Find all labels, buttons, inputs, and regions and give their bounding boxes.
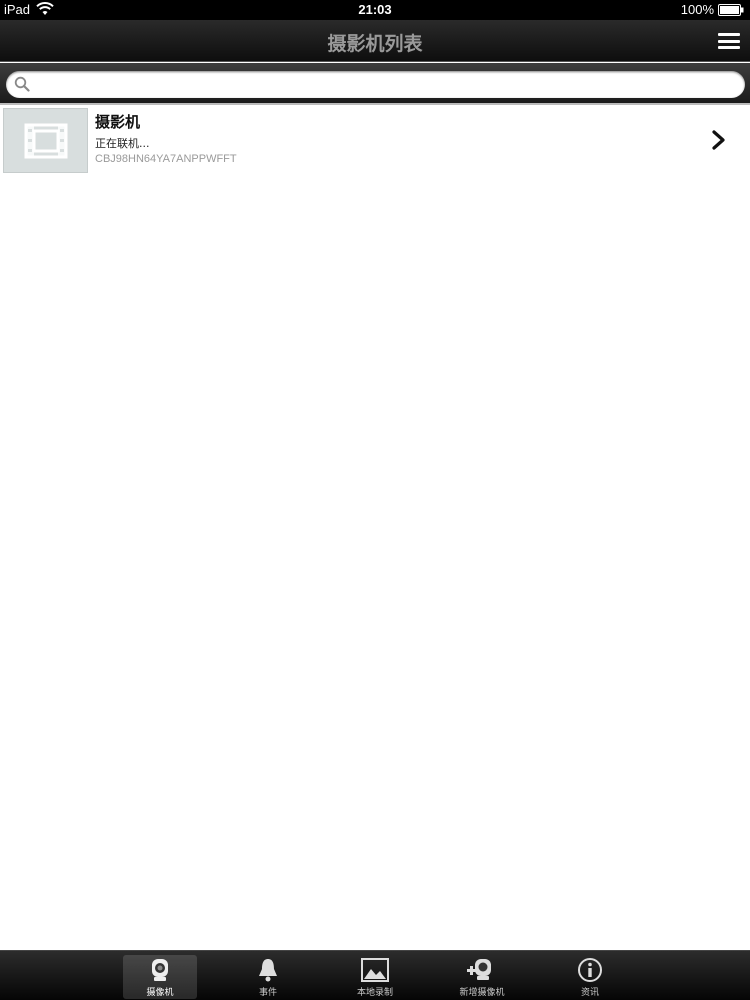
info-icon [578,958,602,982]
camera-icon [152,959,168,981]
menu-icon[interactable] [718,33,740,49]
camera-thumbnail [3,108,88,173]
tab-info[interactable]: 资讯 [553,955,627,999]
search-input[interactable] [34,74,734,95]
picture-icon [361,958,389,982]
status-time: 21:03 [358,2,392,17]
search-field[interactable] [6,71,745,98]
nav-bar: 摄影机列表 [0,20,750,62]
tab-add-camera[interactable]: 新增摄像机 [445,955,519,999]
tab-label: 本地录制 [356,988,393,998]
page-title: 摄影机列表 [327,33,423,55]
bell-icon [259,959,277,982]
chevron-right-icon[interactable] [712,130,726,150]
tab-label: 摄像机 [146,988,174,998]
tab-events[interactable]: 事件 [231,955,305,999]
battery-percent: 100% [680,2,714,17]
film-placeholder-icon [24,123,68,159]
tab-label: 新增摄像机 [459,988,505,998]
status-bar: iPad 21:03 100% [0,0,750,20]
tab-label: 事件 [258,988,277,998]
search-bar [0,63,750,105]
camera-status: 正在联机... [95,137,150,150]
camera-name: 摄影机 [95,113,141,131]
battery-icon [718,4,744,16]
add-camera-icon [467,959,491,980]
camera-id: CBJ98HN64YA7ANPPWFFT [95,153,237,165]
tab-local-recording[interactable]: 本地录制 [338,955,412,999]
tab-cameras[interactable]: 摄像机 [123,955,197,999]
tab-label: 资讯 [580,988,599,998]
search-icon [14,76,30,92]
camera-list-item[interactable]: 摄影机 正在联机... CBJ98HN64YA7ANPPWFFT [0,106,750,174]
camera-list: 摄影机 正在联机... CBJ98HN64YA7ANPPWFFT [0,106,750,174]
tab-bar: 摄像机 事件 本地录制 新增摄像机 资讯 [0,950,750,1000]
